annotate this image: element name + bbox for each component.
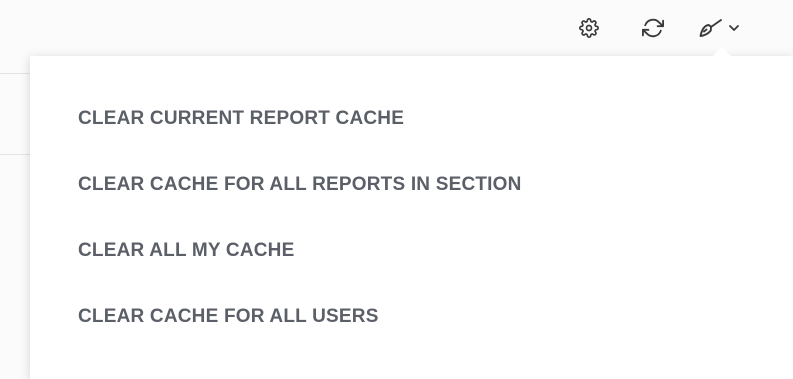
settings-button[interactable] (574, 12, 604, 44)
gear-icon (579, 18, 599, 38)
menu-item-clear-current-report-cache[interactable]: CLEAR CURRENT REPORT CACHE (78, 102, 522, 136)
dropdown-pointer (713, 47, 731, 56)
menu-item-clear-my-cache[interactable]: CLEAR ALL MY CACHE (78, 234, 522, 268)
chevron-down-icon (729, 25, 739, 31)
report-toolbar (0, 0, 793, 56)
menu-item-clear-section-cache[interactable]: CLEAR CACHE FOR ALL REPORTS IN SECTION (78, 168, 522, 202)
refresh-icon (642, 18, 664, 38)
refresh-button[interactable] (637, 12, 669, 44)
clear-cache-dropdown-button[interactable] (698, 12, 740, 44)
content-divider (0, 154, 30, 155)
header-divider (0, 73, 30, 74)
clear-cache-menu: CLEAR CURRENT REPORT CACHE CLEAR CACHE F… (30, 47, 793, 379)
menu-item-clear-all-users-cache[interactable]: CLEAR CACHE FOR ALL USERS (78, 300, 522, 334)
cache-menu-list: CLEAR CURRENT REPORT CACHE CLEAR CACHE F… (78, 102, 522, 334)
broom-icon (699, 19, 722, 37)
report-page: CLEAR CURRENT REPORT CACHE CLEAR CACHE F… (0, 0, 793, 379)
